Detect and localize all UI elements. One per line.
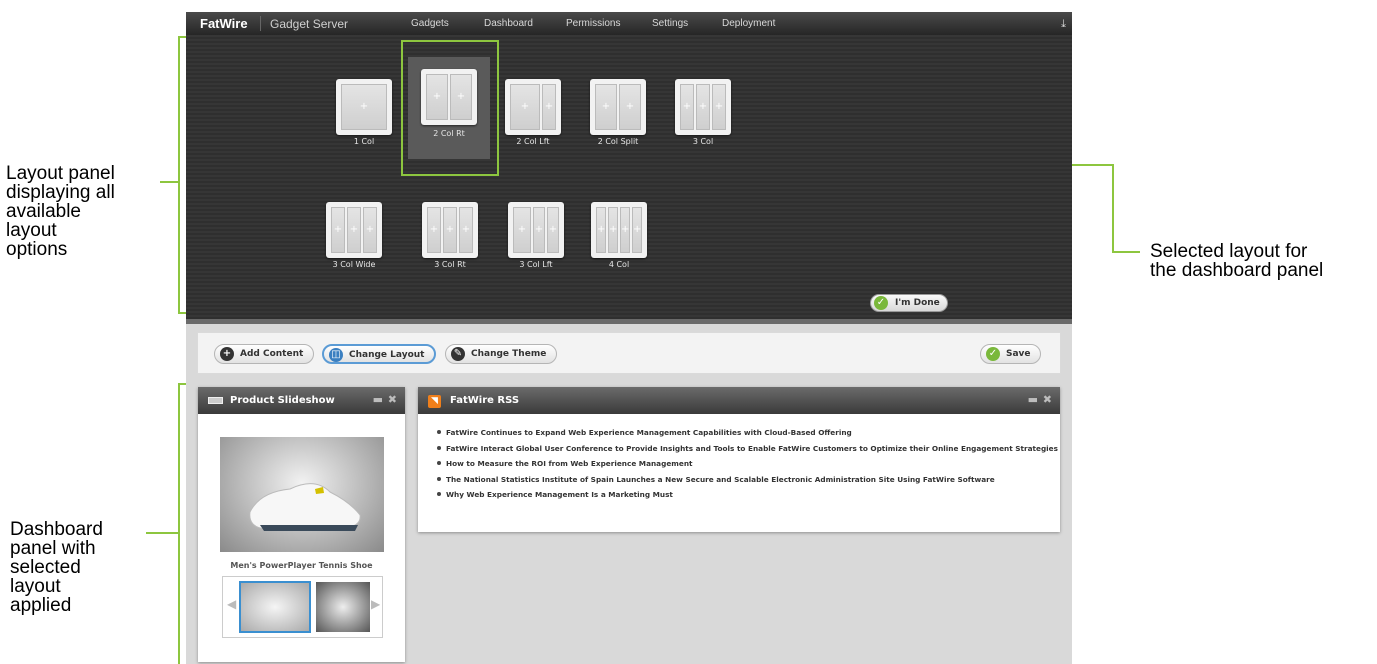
layout-label: 3 Col: [692, 137, 714, 146]
next-arrow-icon[interactable]: ▶: [371, 597, 380, 611]
layout-label: 3 Col Lft: [519, 260, 553, 269]
check-icon: ✓: [874, 296, 888, 310]
layout-label: 3 Col Rt: [434, 260, 466, 269]
im-done-button[interactable]: ✓ I'm Done: [870, 294, 948, 312]
layout-panel-annotation: Layout panel displaying all available la…: [6, 164, 115, 259]
layout-thumbnail: + + + +: [591, 202, 647, 258]
gadget-header[interactable]: Product Slideshow ▬ ✖: [198, 387, 405, 414]
change-layout-button[interactable]: ◫ Change Layout: [322, 344, 436, 364]
layout-option-3-col-rt[interactable]: + + + 3 Col Rt: [410, 180, 480, 270]
layout-thumbnail: +: [336, 79, 392, 135]
product-slideshow-gadget: Product Slideshow ▬ ✖ Men's PowerPlayer …: [198, 387, 405, 662]
annotation-line: applied: [10, 595, 72, 616]
annotation-line: displaying all: [6, 182, 115, 203]
close-icon[interactable]: ✖: [1043, 393, 1052, 406]
im-done-label: I'm Done: [895, 298, 940, 308]
layout-thumbnail: + + +: [422, 202, 478, 258]
brand-logo: FatWire: [200, 16, 248, 31]
annotation-line: Layout panel: [6, 163, 115, 184]
nav-settings[interactable]: Settings: [652, 18, 688, 29]
rss-item[interactable]: FatWire Continues to Expand Web Experien…: [437, 428, 1058, 437]
minimize-icon[interactable]: ▬: [1028, 393, 1038, 406]
layout-option-2-col-split[interactable]: + + 2 Col Split: [578, 57, 648, 147]
rss-list: FatWire Continues to Expand Web Experien…: [437, 428, 1058, 506]
thumbnail[interactable]: [316, 582, 370, 632]
annotation-line: selected: [10, 557, 81, 578]
slideshow-icon: [208, 397, 223, 404]
save-label: Save: [1006, 349, 1031, 359]
layout-option-4-col[interactable]: + + + + 4 Col: [579, 180, 649, 270]
change-theme-button[interactable]: ✎ Change Theme: [445, 344, 557, 364]
top-navigation-bar: FatWire Gadget Server Gadgets Dashboard …: [186, 12, 1072, 35]
annotation-line: panel with: [10, 538, 96, 559]
annotation-line: layout: [10, 576, 61, 597]
annotation-line: available: [6, 201, 81, 222]
close-icon[interactable]: ✖: [388, 393, 397, 406]
nav-permissions[interactable]: Permissions: [566, 18, 620, 29]
layout-option-1-col[interactable]: + 1 Col: [324, 57, 394, 147]
selected-layout-annotation: Selected layout for the dashboard panel: [1150, 242, 1323, 280]
layout-thumbnail: + +: [590, 79, 646, 135]
gadget-title: Product Slideshow: [230, 395, 335, 406]
annotation-line: the dashboard panel: [1150, 260, 1324, 281]
layout-label: 2 Col Lft: [516, 137, 550, 146]
layout-label: 4 Col: [608, 260, 630, 269]
annotation-line: Dashboard: [10, 519, 103, 540]
rss-item[interactable]: The National Statistics Institute of Spa…: [437, 475, 1058, 484]
layout-label: 2 Col Split: [597, 137, 639, 146]
nav-deployment[interactable]: Deployment: [722, 18, 775, 29]
save-button[interactable]: ✓ Save: [980, 344, 1041, 364]
panel-divider: [186, 319, 1072, 324]
add-content-button[interactable]: + Add Content: [214, 344, 314, 364]
add-content-label: Add Content: [240, 349, 304, 359]
menu-down-icon[interactable]: ⤓: [1061, 17, 1066, 31]
nav-dashboard[interactable]: Dashboard: [484, 18, 533, 29]
gadget-header[interactable]: ◥ FatWire RSS ▬ ✖: [418, 387, 1060, 414]
layout-label: 3 Col Wide: [332, 260, 376, 269]
check-icon: ✓: [986, 347, 1000, 361]
product-caption: Men's PowerPlayer Tennis Shoe: [230, 561, 373, 570]
layout-panel: + 1 Col + + 2 Col Rt + + 2 Col Lft + + 2…: [186, 35, 1072, 319]
rss-icon: ◥: [428, 395, 441, 408]
thumbnail-selected[interactable]: [239, 581, 311, 633]
layout-option-3-col-lft[interactable]: + + + 3 Col Lft: [496, 180, 566, 270]
layout-option-2-col-lft[interactable]: + + 2 Col Lft: [493, 57, 563, 147]
layout-thumbnail: + +: [505, 79, 561, 135]
dashboard-toolbar: + Add Content ◫ Change Layout ✎ Change T…: [197, 332, 1061, 374]
product-name: Gadget Server: [270, 17, 349, 31]
plus-icon: +: [220, 347, 234, 361]
gadget-server-app: FatWire Gadget Server Gadgets Dashboard …: [186, 12, 1072, 664]
brush-icon: ✎: [451, 347, 465, 361]
rss-item[interactable]: How to Measure the ROI from Web Experien…: [437, 459, 1058, 468]
layout-thumbnail: + + +: [508, 202, 564, 258]
layout-label: 1 Col: [353, 137, 375, 146]
annotation-line: Selected layout for: [1150, 241, 1308, 262]
rss-item[interactable]: FatWire Interact Global User Conference …: [437, 444, 1058, 453]
thumbnail-strip: ◀ ▶: [222, 576, 383, 638]
layout-option-3-col[interactable]: + + + 3 Col: [663, 57, 733, 147]
previous-arrow-icon[interactable]: ◀: [227, 597, 236, 611]
shoe-image: [249, 483, 361, 531]
change-layout-label: Change Layout: [349, 350, 425, 360]
annotation-line: options: [6, 239, 68, 260]
dashboard-panel-annotation: Dashboard panel with selected layout app…: [10, 520, 103, 615]
layout-thumbnail: + + +: [326, 202, 382, 258]
selected-layout-highlight: [401, 40, 499, 176]
change-theme-label: Change Theme: [471, 349, 547, 359]
layout-icon: ◫: [329, 348, 343, 362]
annotation-line: layout: [6, 220, 57, 241]
rss-item[interactable]: Why Web Experience Management Is a Marke…: [437, 490, 1058, 499]
layout-option-3-col-wide[interactable]: + + + 3 Col Wide: [314, 180, 384, 270]
product-image: [220, 437, 384, 552]
nav-gadgets[interactable]: Gadgets: [411, 18, 449, 29]
minimize-icon[interactable]: ▬: [373, 393, 383, 406]
divider: [260, 16, 261, 31]
layout-thumbnail: + + +: [675, 79, 731, 135]
gadget-title: FatWire RSS: [450, 395, 520, 406]
fatwire-rss-gadget: ◥ FatWire RSS ▬ ✖ FatWire Continues to E…: [418, 387, 1060, 532]
